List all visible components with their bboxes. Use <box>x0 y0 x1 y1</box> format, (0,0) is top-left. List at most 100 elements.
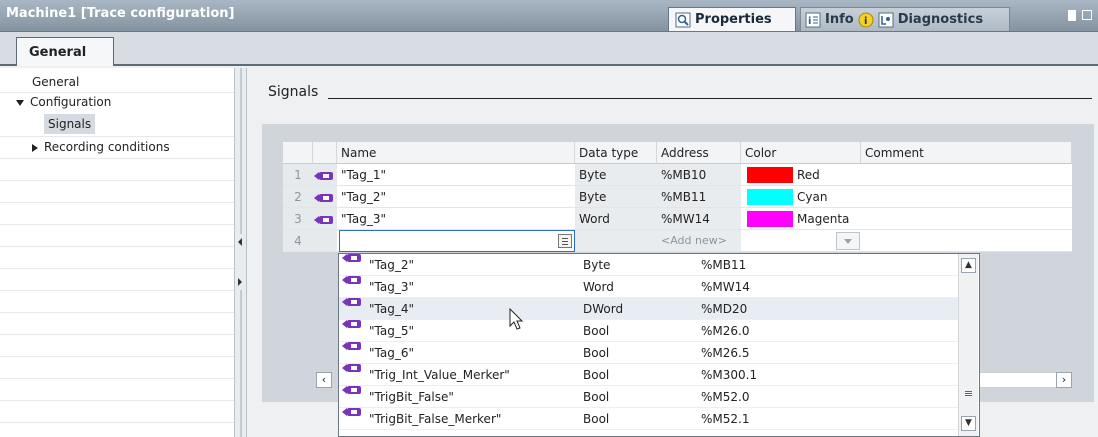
scroll-left-button[interactable]: ‹ <box>316 372 332 388</box>
list-item[interactable]: "TrigBit_False" Bool %M52.0 <box>339 386 959 408</box>
signal-comment-new[interactable] <box>861 230 1072 252</box>
info-icon[interactable]: i <box>805 12 821 28</box>
nav-divider <box>0 136 234 137</box>
row-number: 1 <box>283 164 313 186</box>
tab-info-label[interactable]: Info <box>825 12 854 27</box>
row-icon-empty <box>313 230 337 252</box>
tab-properties[interactable]: Properties <box>668 7 796 31</box>
scroll-thumb[interactable] <box>961 384 976 404</box>
signal-comment[interactable] <box>861 208 1072 230</box>
list-item-address: %M26.5 <box>701 346 750 360</box>
nav-divider <box>0 158 234 159</box>
signal-address: %MB11 <box>657 186 741 208</box>
list-item-address: %M300.1 <box>701 368 758 382</box>
list-item[interactable]: "Tag_5" Bool %M26.0 <box>339 320 959 342</box>
list-item-name: "Trig_Int_Value_Merker" <box>369 368 510 382</box>
mouse-pointer-icon <box>509 308 524 330</box>
signal-color[interactable]: Cyan <box>741 186 861 208</box>
property-nav-tree: General Configuration Signals Recording … <box>0 68 234 437</box>
dropdown-vertical-scrollbar[interactable]: ▲ ▼ <box>958 254 978 436</box>
list-item[interactable]: "Trig_Int_Value_Merker" Bool %M300.1 <box>339 364 959 386</box>
list-item-type: Word <box>583 280 614 294</box>
window-title: Machine1 [Trace configuration] <box>6 6 235 21</box>
scroll-up-button[interactable]: ▲ <box>961 258 976 273</box>
header-address[interactable]: Address <box>657 142 741 164</box>
minimize-panel-icon[interactable] <box>1082 10 1092 20</box>
collapse-left-icon[interactable] <box>238 238 242 246</box>
splitter-seam <box>240 68 242 234</box>
tag-icon <box>313 164 337 186</box>
list-item-name: "TrigBit_False" <box>369 390 454 404</box>
list-item-type: Bool <box>583 346 610 360</box>
properties-icon <box>675 12 691 28</box>
list-item-address: %MW14 <box>701 280 750 294</box>
list-item-type: Bool <box>583 390 610 404</box>
tag-dropdown-list: "Tag_2" Byte %MB11 "Tag_3" Word %MW14 "T… <box>338 253 980 437</box>
color-dropdown-arrow-icon[interactable] <box>836 232 860 250</box>
pin-icon[interactable] <box>1068 10 1076 21</box>
horizontal-scroll-track[interactable] <box>980 372 1056 388</box>
expanded-arrow-icon[interactable] <box>16 99 24 106</box>
signal-comment[interactable] <box>861 164 1072 186</box>
nav-divider <box>0 202 234 203</box>
tab-general[interactable]: General <box>16 37 114 66</box>
nav-divider <box>0 180 234 181</box>
nav-divider <box>0 400 234 401</box>
signal-comment[interactable] <box>861 186 1072 208</box>
tab-group-info-diagnostics: i Info i Diagnostics <box>800 7 1010 31</box>
list-item-type: Bool <box>583 368 610 382</box>
list-item-type: Byte <box>583 258 611 272</box>
list-item[interactable]: "Tag_6" Bool %M26.5 <box>339 342 959 364</box>
header-comment[interactable]: Comment <box>861 142 1072 164</box>
color-swatch <box>747 189 793 205</box>
signal-name[interactable]: "Tag_3" <box>337 208 575 230</box>
list-item-hovered[interactable]: "Tag_4" DWord %MD20 <box>339 298 959 320</box>
signal-name[interactable]: "Tag_2" <box>337 186 575 208</box>
scroll-right-button[interactable]: › <box>1056 372 1072 388</box>
nav-divider <box>0 92 234 93</box>
nav-item-general[interactable]: General <box>32 72 79 92</box>
list-item-address: %M52.0 <box>701 390 750 404</box>
table-row[interactable]: 3 "Tag_3" Word %MW14 Magenta <box>283 208 1072 230</box>
header-color[interactable]: Color <box>741 142 861 164</box>
nav-divider <box>0 246 234 247</box>
nav-item-configuration[interactable]: Configuration <box>16 92 111 112</box>
header-num <box>283 142 313 164</box>
table-row[interactable]: 2 "Tag_2" Byte %MB11 Cyan <box>283 186 1072 208</box>
signal-color[interactable]: Magenta <box>741 208 861 230</box>
tab-diagnostics-label[interactable]: Diagnostics <box>898 12 983 27</box>
nav-item-recording-conditions[interactable]: Recording conditions <box>32 137 170 157</box>
color-swatch <box>747 167 793 183</box>
panel-splitter[interactable] <box>234 68 247 437</box>
signal-address: %MW14 <box>657 208 741 230</box>
list-item[interactable]: "Tag_3" Word %MW14 <box>339 276 959 298</box>
nav-item-signals[interactable]: Signals <box>44 114 96 134</box>
nav-item-configuration-label: Configuration <box>30 95 112 109</box>
signal-data-type: Word <box>575 208 657 230</box>
signal-color[interactable]: Red <box>741 164 861 186</box>
color-swatch <box>747 211 793 227</box>
signal-name[interactable]: "Tag_1" <box>337 164 575 186</box>
row-number: 2 <box>283 186 313 208</box>
nav-divider <box>0 378 234 379</box>
color-name: Magenta <box>797 212 850 226</box>
header-name[interactable]: Name <box>337 142 575 164</box>
signal-name-input[interactable] <box>339 230 575 252</box>
header-data-type[interactable]: Data type <box>575 142 657 164</box>
collapsed-arrow-icon[interactable] <box>32 143 38 152</box>
scroll-down-button[interactable]: ▼ <box>961 416 976 431</box>
list-item-address: %M26.0 <box>701 324 750 338</box>
table-row[interactable]: 1 "Tag_1" Byte %MB10 Red <box>283 164 1072 186</box>
list-picker-icon[interactable] <box>558 234 572 248</box>
color-name: Red <box>797 168 820 182</box>
expand-right-icon[interactable] <box>238 278 242 286</box>
list-item-name: "Tag_5" <box>369 324 414 338</box>
list-item[interactable]: "TrigBit_False_Merker" Bool %M52.1 <box>339 408 959 430</box>
list-item-type: DWord <box>583 302 624 316</box>
signal-data-type-new <box>575 230 657 252</box>
add-new-placeholder[interactable]: <Add new> <box>657 230 741 252</box>
list-item-address: %MB11 <box>701 258 747 272</box>
signal-data-type: Byte <box>575 186 657 208</box>
list-item[interactable]: "Tag_2" Byte %MB11 <box>339 254 959 276</box>
diagnostics-icon[interactable] <box>878 12 894 28</box>
